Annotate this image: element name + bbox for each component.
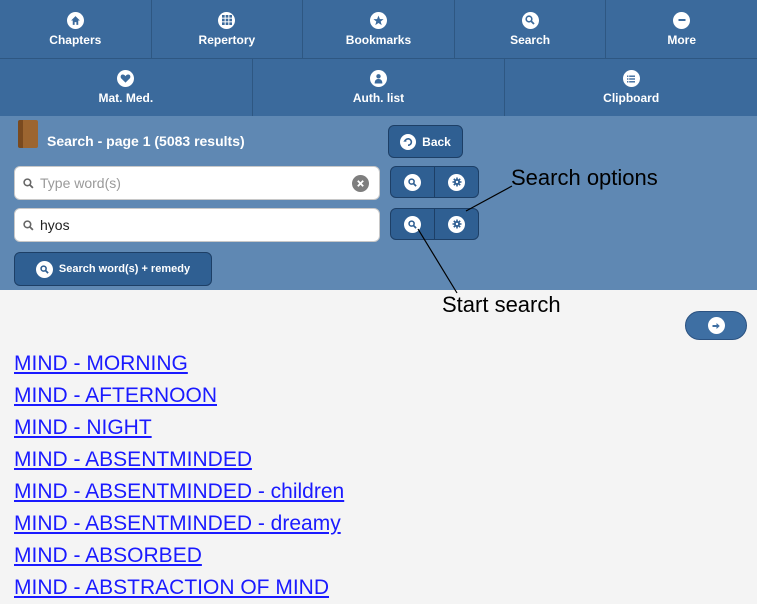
remedy-search-input[interactable]: hyos bbox=[14, 208, 380, 242]
search-icon bbox=[404, 173, 421, 191]
result-item: MIND - ABSORBED bbox=[14, 540, 344, 572]
search-options-annotation: Search options bbox=[511, 165, 658, 190]
minus-icon bbox=[673, 11, 691, 29]
nav-clipboard[interactable]: Clipboard bbox=[505, 59, 757, 116]
result-link[interactable]: MIND - ABSENTMINDED bbox=[14, 448, 252, 471]
nav-search[interactable]: Search bbox=[455, 0, 607, 58]
result-link[interactable]: MIND - ABSENTMINDED - children bbox=[14, 480, 344, 503]
remedy-search-controls bbox=[390, 208, 479, 240]
remedy-search-value: hyos bbox=[40, 217, 70, 233]
results-list: MIND - MORNING MIND - AFTERNOON MIND - N… bbox=[14, 348, 344, 604]
remedy-search-options-button[interactable] bbox=[435, 209, 478, 239]
result-link[interactable]: MIND - AFTERNOON bbox=[14, 384, 217, 407]
back-arrow-icon bbox=[400, 133, 417, 150]
result-link[interactable]: MIND - NIGHT bbox=[14, 416, 152, 439]
search-icon bbox=[23, 219, 34, 231]
search-title: Search - page 1 (5083 results) bbox=[47, 133, 245, 149]
nav-search-label: Search bbox=[510, 32, 551, 47]
heart-icon bbox=[117, 70, 135, 87]
nav-clipboard-label: Clipboard bbox=[603, 91, 660, 105]
result-item: MIND - MORNING bbox=[14, 348, 344, 380]
search-word-remedy-button[interactable]: Search word(s) + remedy bbox=[14, 252, 212, 286]
result-link[interactable]: MIND - MORNING bbox=[14, 352, 188, 375]
gear-icon bbox=[448, 215, 465, 233]
search-word-remedy-label: Search word(s) + remedy bbox=[58, 263, 191, 275]
next-page-button[interactable] bbox=[685, 311, 747, 340]
gear-icon bbox=[448, 173, 465, 191]
list-icon bbox=[622, 70, 640, 87]
top-nav-row-1: Chapters Repertory Bookmarks Search More bbox=[0, 0, 757, 58]
result-link[interactable]: MIND - ABSORBED bbox=[14, 544, 202, 567]
result-item: MIND - NIGHT bbox=[14, 412, 344, 444]
back-button[interactable]: Back bbox=[388, 125, 463, 158]
result-item: MIND - ABSENTMINDED - dreamy bbox=[14, 508, 344, 540]
book-icon bbox=[18, 120, 38, 148]
back-button-label: Back bbox=[422, 134, 451, 149]
home-icon bbox=[66, 11, 84, 29]
grid-icon bbox=[218, 11, 236, 29]
word-search-options-button[interactable] bbox=[435, 167, 478, 197]
word-search-input[interactable]: Type word(s) bbox=[14, 166, 380, 200]
nav-repertory[interactable]: Repertory bbox=[152, 0, 304, 58]
nav-chapters-label: Chapters bbox=[49, 32, 102, 47]
nav-repertory-label: Repertory bbox=[198, 32, 256, 47]
clear-icon[interactable] bbox=[352, 175, 369, 192]
result-item: MIND - ABSENTMINDED - children bbox=[14, 476, 344, 508]
person-icon bbox=[370, 70, 387, 87]
result-link[interactable]: MIND - ABSTRACTION OF MIND bbox=[14, 576, 329, 599]
word-start-search-button[interactable] bbox=[391, 167, 435, 197]
remedy-start-search-button[interactable] bbox=[391, 209, 435, 239]
star-icon bbox=[369, 11, 387, 29]
nav-auth-list[interactable]: Auth. list bbox=[253, 59, 506, 116]
search-icon bbox=[23, 177, 34, 189]
nav-mat-med-label: Mat. Med. bbox=[98, 91, 154, 105]
nav-mat-med[interactable]: Mat. Med. bbox=[0, 59, 253, 116]
nav-auth-list-label: Auth. list bbox=[352, 91, 405, 105]
search-icon bbox=[35, 260, 53, 278]
result-item: MIND - ABSENTMINDED bbox=[14, 444, 344, 476]
search-icon bbox=[404, 215, 421, 233]
result-item: MIND - ABSTRACTION OF MIND bbox=[14, 572, 344, 604]
search-icon bbox=[521, 11, 539, 29]
arrow-right-icon bbox=[707, 317, 725, 334]
nav-more[interactable]: More bbox=[606, 0, 757, 58]
top-nav-row-2: Mat. Med. Auth. list Clipboard bbox=[0, 58, 757, 116]
result-item: MIND - AFTERNOON bbox=[14, 380, 344, 412]
result-link[interactable]: MIND - ABSENTMINDED - dreamy bbox=[14, 512, 341, 535]
start-search-annotation: Start search bbox=[442, 292, 561, 317]
nav-more-label: More bbox=[667, 32, 696, 47]
word-search-controls bbox=[390, 166, 479, 198]
nav-bookmarks-label: Bookmarks bbox=[345, 32, 412, 47]
nav-chapters[interactable]: Chapters bbox=[0, 0, 152, 58]
word-search-placeholder: Type word(s) bbox=[40, 175, 121, 191]
nav-bookmarks[interactable]: Bookmarks bbox=[303, 0, 455, 58]
